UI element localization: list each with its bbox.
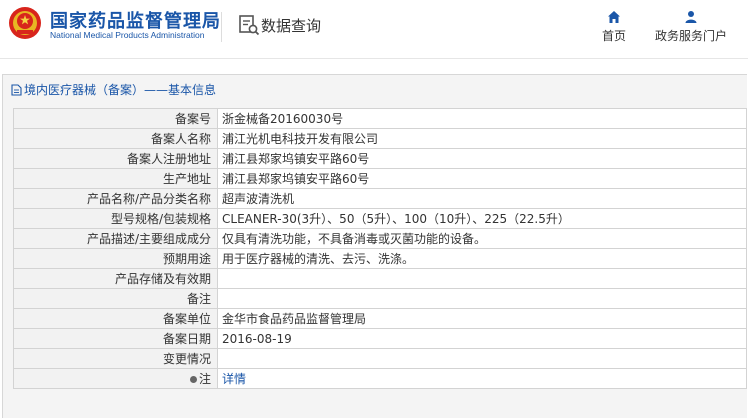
row-label: 型号规格/包装规格 <box>13 208 218 229</box>
note-pin-icon <box>189 376 197 383</box>
breadcrumb-text: 境内医疗器械（备案）——基本信息 <box>24 83 217 97</box>
table-row: 备案人名称 浦江光机电科技开发有限公司 <box>13 128 747 149</box>
table-row: 备案日期 2016-08-19 <box>13 328 747 349</box>
table-row: 型号规格/包装规格 CLEANER-30(3升）、50（5升）、100（10升）、… <box>13 208 747 229</box>
row-label: 备案人注册地址 <box>13 148 218 169</box>
site-header: 国家药品监督管理局 National Medical Products Admi… <box>0 0 748 58</box>
note-label: 注 <box>198 372 211 386</box>
table-row: 产品名称/产品分类名称 超声波清洗机 <box>13 188 747 209</box>
row-label: 备案人名称 <box>13 128 218 149</box>
document-icon <box>11 84 22 96</box>
table-row: 备注 <box>13 288 747 309</box>
row-label: 生产地址 <box>13 168 218 189</box>
nav-gov-portal[interactable]: 政务服务门户 <box>650 10 732 44</box>
row-label: 产品存储及有效期 <box>13 268 218 289</box>
row-label: 备案单位 <box>13 308 218 329</box>
row-label: 备注 <box>13 288 218 309</box>
section-title: 数据查询 <box>261 17 322 35</box>
row-value: 超声波清洗机 <box>217 188 747 209</box>
row-value <box>217 268 747 289</box>
table-row: 产品存储及有效期 <box>13 268 747 289</box>
row-label: 产品描述/主要组成成分 <box>13 228 218 249</box>
nav-home-label: 首页 <box>601 29 626 43</box>
national-emblem-icon <box>9 7 41 39</box>
row-value: 浦江县郑家坞镇安平路60号 <box>217 148 747 169</box>
logo-english: National Medical Products Administration <box>50 30 205 40</box>
row-label: 备案号 <box>13 108 218 129</box>
row-value <box>217 288 747 309</box>
home-icon <box>608 11 620 23</box>
header-bottom-line <box>0 58 748 59</box>
breadcrumb: 境内医疗器械（备案）——基本信息 <box>11 81 216 98</box>
data-query-icon <box>239 15 260 36</box>
details-link[interactable]: 详情 <box>222 372 246 386</box>
note-label-cell: 注 <box>13 368 218 389</box>
row-value: 2016-08-19 <box>217 328 747 349</box>
row-value: 浦江光机电科技开发有限公司 <box>217 128 747 149</box>
row-value: 用于医疗器械的清洗、去污、洗涤。 <box>217 248 747 269</box>
table-row-note: 注 详情 <box>13 368 747 389</box>
table-row: 变更情况 <box>13 348 747 369</box>
table-row: 生产地址 浦江县郑家坞镇安平路60号 <box>13 168 747 189</box>
row-value: 仅具有清洗功能，不具备消毒或灭菌功能的设备。 <box>217 228 747 249</box>
user-icon <box>685 11 697 23</box>
row-value <box>217 348 747 369</box>
row-label: 预期用途 <box>13 248 218 269</box>
row-label: 产品名称/产品分类名称 <box>13 188 218 209</box>
row-value: 浙金械备20160030号 <box>217 108 747 129</box>
row-label: 变更情况 <box>13 348 218 369</box>
info-panel: 境内医疗器械（备案）——基本信息 备案号 浙金械备20160030号 备案人名称浦… <box>2 74 747 418</box>
nav-portal-label: 政务服务门户 <box>654 29 727 43</box>
table-row: 预期用途 用于医疗器械的清洗、去污、洗涤。 <box>13 248 747 269</box>
table-row: 备案人注册地址 浦江县郑家坞镇安平路60号 <box>13 148 747 169</box>
nav-home[interactable]: 首页 <box>598 10 630 44</box>
table-row: 产品描述/主要组成成分 仅具有清洗功能，不具备消毒或灭菌功能的设备。 <box>13 228 747 249</box>
table-row: 备案号 浙金械备20160030号 <box>13 108 747 129</box>
row-label: 备案日期 <box>13 328 218 349</box>
header-divider <box>221 12 222 42</box>
info-table: 备案号 浙金械备20160030号 备案人名称 浦江光机电科技开发有限公司 备案人注… <box>13 108 747 389</box>
note-value-cell: 详情 <box>217 368 747 389</box>
row-value: 金华市食品药品监督管理局 <box>217 308 747 329</box>
table-row: 备案单位 金华市食品药品监督管理局 <box>13 308 747 329</box>
row-value: 浦江县郑家坞镇安平路60号 <box>217 168 747 189</box>
row-value: CLEANER-30(3升）、50（5升）、100（10升）、225（22.5升… <box>217 208 747 229</box>
